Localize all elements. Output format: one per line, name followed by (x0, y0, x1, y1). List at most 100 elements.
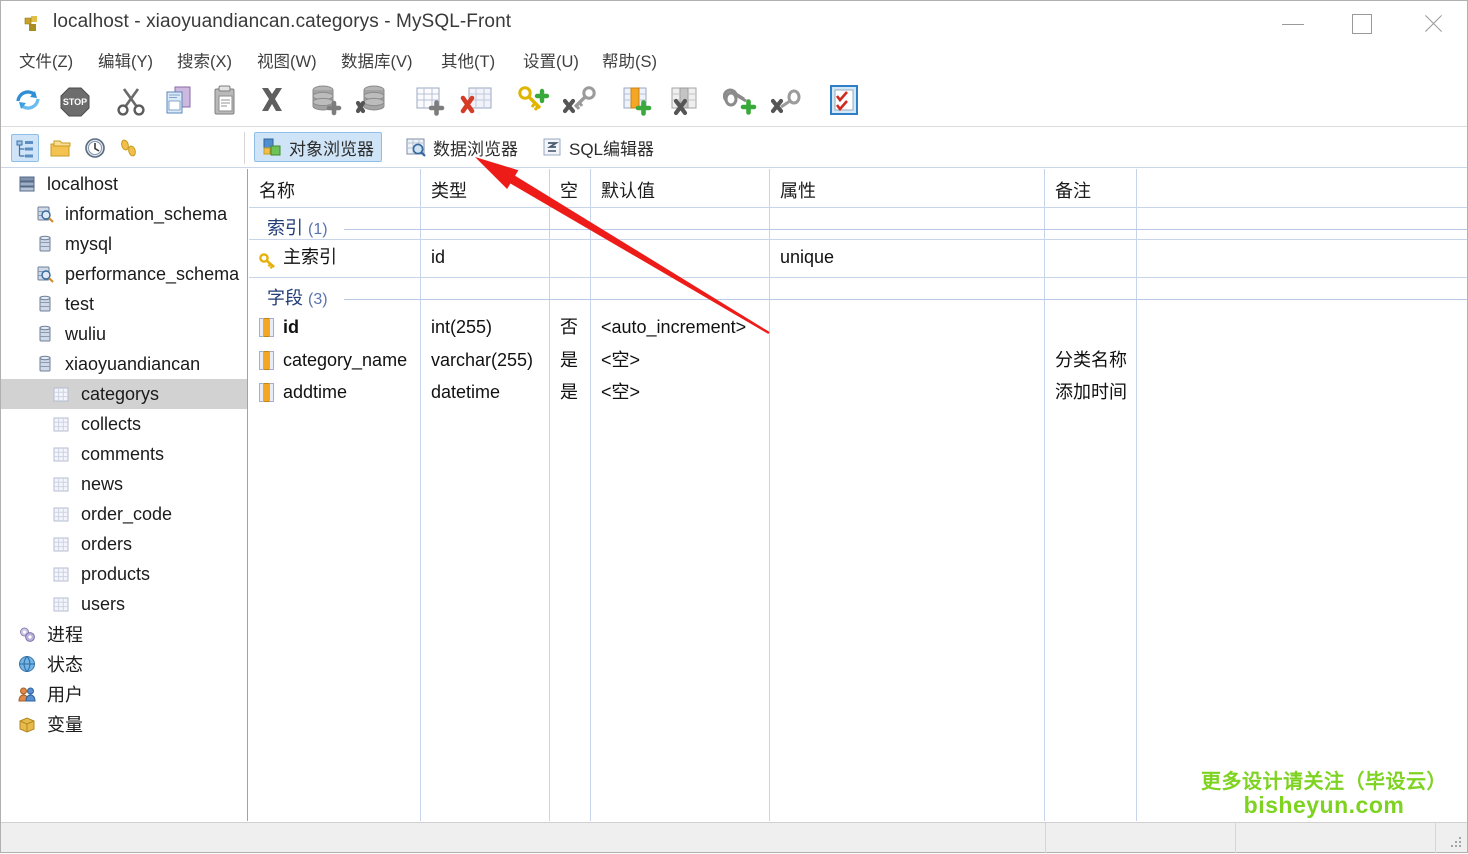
index-add-icon[interactable] (516, 83, 554, 121)
menu-item-1[interactable]: 编辑(Y) (94, 50, 157, 74)
tab-label: 数据浏览器 (433, 139, 518, 159)
tree-item-categorys[interactable]: categorys (1, 379, 247, 409)
grid-cell-type[interactable]: id (431, 241, 445, 273)
table-icon (51, 534, 73, 554)
database-add-icon[interactable] (308, 83, 346, 121)
tree-item-products[interactable]: products (1, 559, 247, 589)
menu-item-3[interactable]: 视图(W) (253, 50, 321, 74)
tab-object-browser[interactable]: 对象浏览器 (254, 132, 382, 162)
grid-cell-type[interactable]: int(255) (431, 311, 492, 343)
tree-item-collects[interactable]: collects (1, 409, 247, 439)
grid-row-name[interactable]: addtime (259, 376, 347, 408)
grid-cell-attrs[interactable]: unique (780, 241, 834, 273)
grid-row-name[interactable]: id (259, 311, 299, 343)
object-tree-sidebar[interactable]: localhost information_schemamysql performa… (1, 169, 248, 821)
cut-icon[interactable] (114, 83, 152, 121)
tree-item-label: collects (81, 413, 142, 434)
tree-item-news[interactable]: news (1, 469, 247, 499)
tree-view-icon[interactable] (11, 134, 39, 162)
tree-item-label: 状态 (47, 655, 83, 675)
index-delete-icon[interactable] (563, 83, 601, 121)
column-header[interactable]: 类型 (431, 175, 467, 207)
refresh-icon[interactable] (11, 83, 49, 121)
tree-item-orders[interactable]: orders (1, 529, 247, 559)
grid-column-divider (1136, 169, 1137, 821)
grid-cell-comment[interactable]: 添加时间 (1055, 376, 1127, 408)
tree-item-[interactable]: 进程 (1, 619, 247, 649)
relation-delete-icon[interactable] (770, 83, 808, 121)
grid-cell-name: category_name (283, 350, 408, 370)
tree-item-wuliu[interactable]: wuliu (1, 319, 247, 349)
grid-cell-default[interactable]: <空> (601, 344, 640, 376)
column-header[interactable]: 备注 (1055, 175, 1091, 207)
tree-item-test[interactable]: test (1, 289, 247, 319)
table-structure-grid[interactable]: 名称 类型 空默认值 属性 备注 索引 (1) 字段 (3) 主索引 id unique id int… (249, 169, 1467, 821)
database-delete-icon[interactable] (356, 83, 394, 121)
tree-item-label: information_schema (65, 203, 228, 224)
tree-item-label: order_code (81, 503, 173, 524)
folders-icon[interactable] (47, 134, 75, 162)
tree-item-label: 用户 (47, 685, 83, 705)
grid-row-name[interactable]: 主索引 (259, 241, 337, 273)
group-count: (3) (308, 291, 328, 308)
relation-add-icon[interactable] (723, 83, 761, 121)
copy-icon[interactable] (161, 83, 199, 121)
tree-item-performance_schema[interactable]: performance_schema (1, 259, 247, 289)
svg-text:STOP: STOP (63, 97, 87, 107)
tree-view-icon-glyph (15, 138, 37, 165)
tree-item-[interactable]: 用户 (1, 679, 247, 709)
history-icon[interactable] (81, 134, 109, 162)
grid-cell-type[interactable]: datetime (431, 376, 500, 408)
grid-cell-default[interactable]: <空> (601, 376, 640, 408)
minimize-button[interactable] (1271, 1, 1317, 47)
maximize-button[interactable] (1339, 1, 1385, 47)
process-icon (17, 624, 39, 644)
grid-cell-nullable[interactable]: 是 (560, 344, 578, 376)
column-header[interactable]: 默认值 (601, 175, 655, 207)
tree-item-xiaoyuandiancan[interactable]: xiaoyuandiancan (1, 349, 247, 379)
tree-item-order_code[interactable]: order_code (1, 499, 247, 529)
menu-item-6[interactable]: 设置(U) (519, 50, 583, 74)
db-search-icon (35, 204, 57, 224)
tree-item-users[interactable]: users (1, 589, 247, 619)
column-header[interactable]: 名称 (259, 175, 295, 207)
tab-data-browser[interactable]: 数据浏览器 (399, 132, 525, 162)
grid-cell-type[interactable]: varchar(255) (431, 344, 533, 376)
menu-item-0[interactable]: 文件(Z) (15, 50, 77, 74)
column-header[interactable]: 属性 (780, 175, 816, 207)
tab-sql-editor[interactable]: SQL编辑器 (535, 132, 661, 162)
delete-icon[interactable] (255, 83, 293, 121)
menu-bar: 文件(Z) 编辑(Y) 搜索(X) 视图(W) 数据库(V) 其他(T) 设置(U) 帮助(S… (1, 47, 1467, 77)
column-header[interactable]: 空 (560, 175, 578, 207)
key-icon (259, 248, 277, 269)
menu-item-7[interactable]: 帮助(S) (598, 50, 661, 74)
tree-item-[interactable]: 状态 (1, 649, 247, 679)
grid-cell-nullable[interactable]: 否 (560, 311, 578, 343)
field-delete-icon[interactable] (667, 83, 705, 121)
tree-item-mysql[interactable]: mysql (1, 229, 247, 259)
footsteps-icon[interactable] (115, 134, 143, 162)
stop-icon[interactable]: STOP (58, 83, 96, 121)
close-button[interactable] (1411, 1, 1457, 47)
menu-item-4[interactable]: 数据库(V) (337, 50, 417, 74)
tree-item-information_schema[interactable]: information_schema (1, 199, 247, 229)
tree-item-comments[interactable]: comments (1, 439, 247, 469)
tab-label: 对象浏览器 (289, 139, 374, 159)
table-add-icon[interactable] (413, 83, 451, 121)
menu-item-5[interactable]: 其他(T) (437, 50, 499, 74)
resize-grip[interactable] (1451, 837, 1463, 849)
grid-row-name[interactable]: category_name (259, 344, 407, 376)
grid-cell-nullable[interactable]: 是 (560, 376, 578, 408)
grid-cell-default[interactable]: <auto_increment> (601, 311, 746, 343)
tree-item-label: xiaoyuandiancan (65, 353, 201, 374)
status-bar (1, 822, 1467, 853)
table-delete-icon[interactable] (460, 83, 498, 121)
menu-item-2[interactable]: 搜索(X) (173, 50, 236, 74)
users-icon (17, 684, 39, 704)
field-add-icon[interactable] (620, 83, 658, 121)
check-list-icon[interactable] (827, 83, 865, 121)
paste-icon[interactable] (208, 83, 246, 121)
grid-cell-comment[interactable]: 分类名称 (1055, 344, 1127, 376)
tree-item-localhost[interactable]: localhost (1, 169, 247, 199)
tree-item-[interactable]: 变量 (1, 709, 247, 739)
